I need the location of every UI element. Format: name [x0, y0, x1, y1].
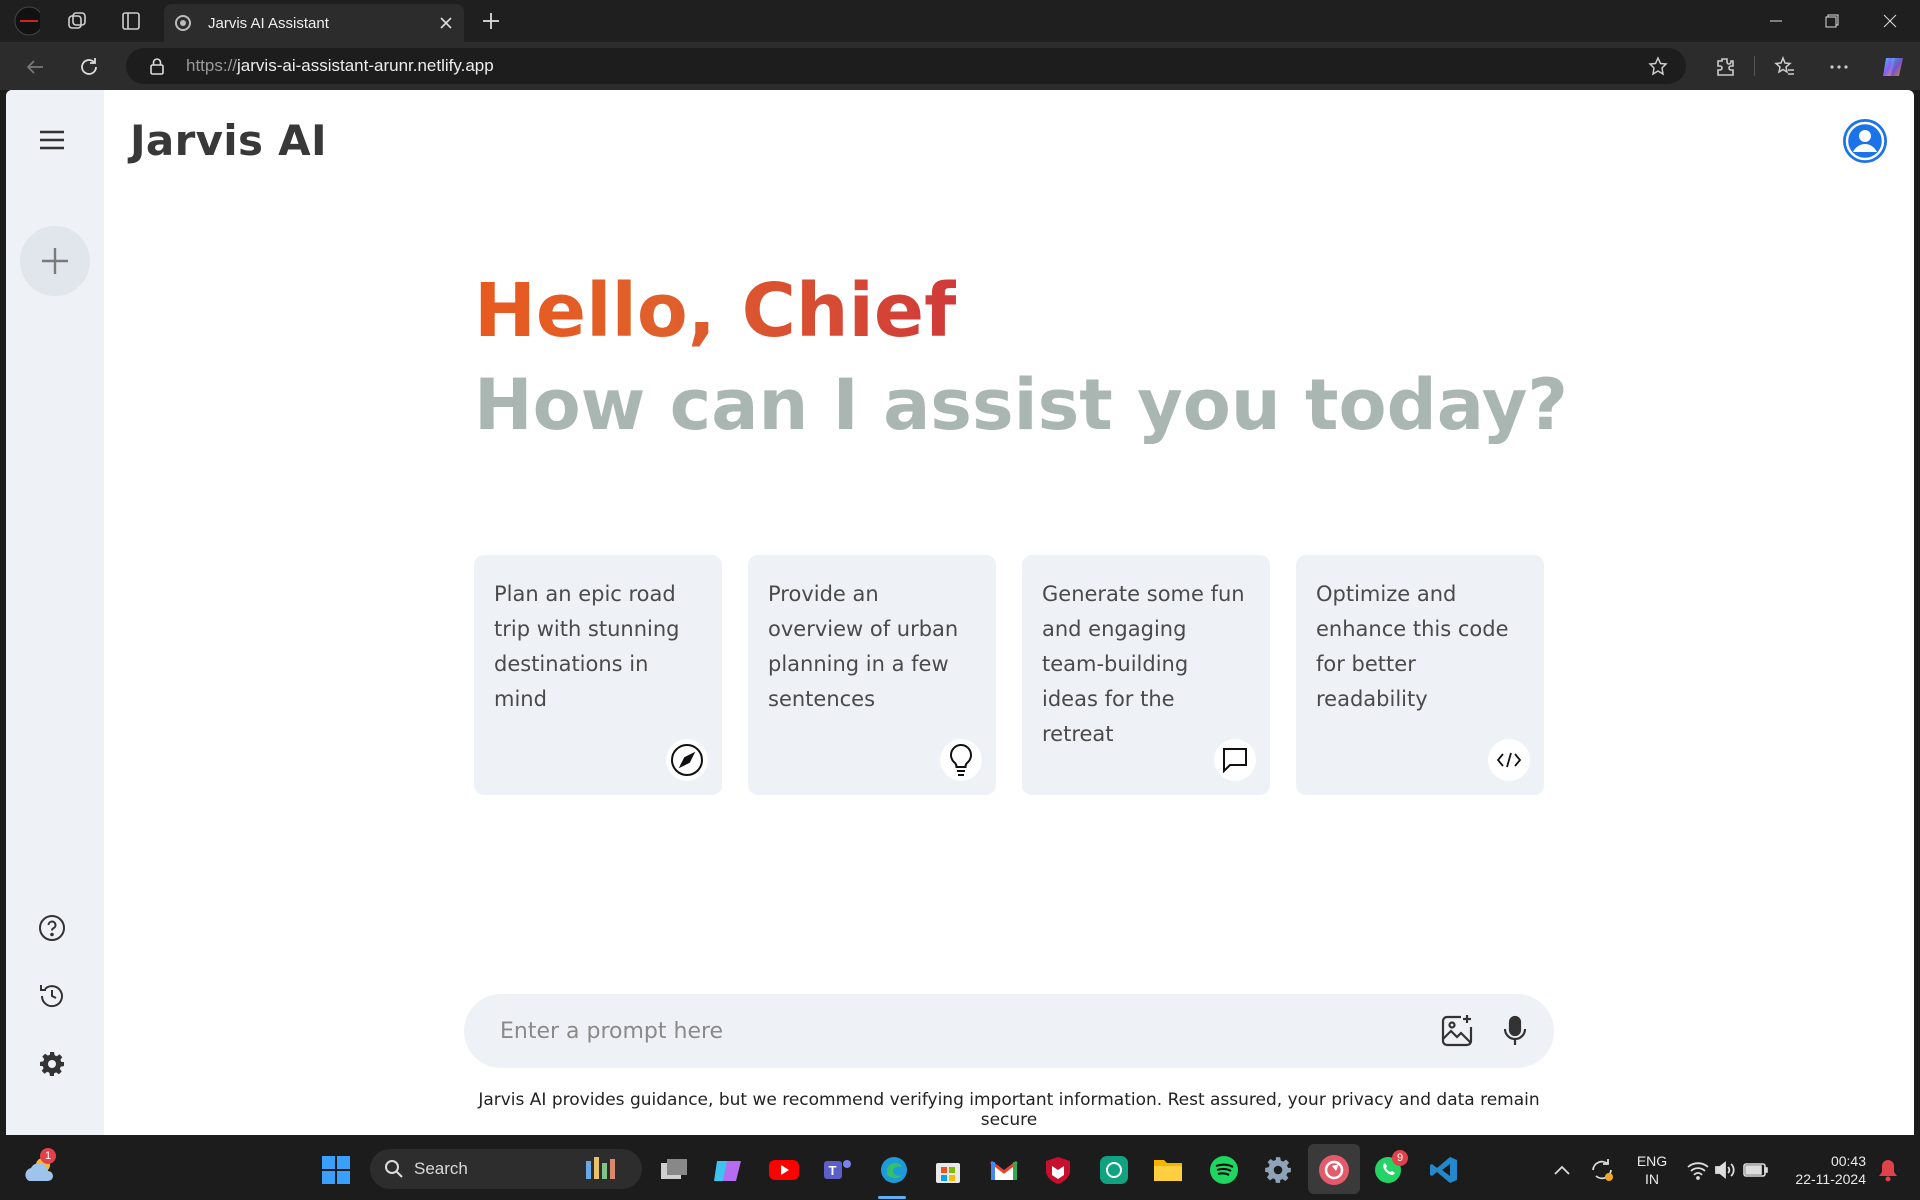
clock-time: 00:43 — [1830, 1153, 1866, 1169]
clock[interactable]: 00:43 22-11-2024 — [1780, 1152, 1866, 1188]
tab-jarvis[interactable]: Jarvis AI Assistant — [164, 4, 464, 42]
gmail-icon[interactable] — [986, 1152, 1022, 1188]
suggestion-card-road-trip[interactable]: Plan an epic road trip with stunning des… — [474, 555, 722, 795]
favorites-icon[interactable] — [1770, 52, 1800, 82]
greeting-heading: Hello, Chief — [474, 268, 957, 354]
file-explorer-icon[interactable] — [1150, 1152, 1186, 1188]
browser-toolbar: https://jarvis-ai-assistant-arunr.netlif… — [0, 42, 1920, 90]
user-avatar-icon[interactable] — [1842, 118, 1888, 164]
card-text: Plan an epic road trip with stunning des… — [494, 582, 680, 711]
favorite-star-icon[interactable] — [1648, 56, 1668, 76]
weather-badge: 1 — [40, 1148, 56, 1164]
lightbulb-icon — [940, 739, 982, 781]
compass-icon — [666, 739, 708, 781]
edge-active-indicator — [878, 1196, 906, 1199]
minimize-icon[interactable] — [1748, 0, 1804, 42]
language-code: ENG — [1636, 1153, 1668, 1169]
region-code: IN — [1645, 1171, 1659, 1187]
close-tab-icon[interactable] — [438, 15, 454, 31]
copilot-taskbar-icon[interactable] — [710, 1152, 746, 1188]
show-hidden-icons[interactable] — [1544, 1152, 1580, 1188]
card-text: Optimize and enhance this code for bette… — [1316, 582, 1509, 711]
restore-icon[interactable] — [1804, 0, 1860, 42]
toolbar-divider — [1754, 56, 1755, 76]
message-icon — [1214, 739, 1256, 781]
sidebar — [6, 90, 104, 1135]
suggestion-card-urban-planning[interactable]: Provide an overview of urban planning in… — [748, 555, 996, 795]
language-indicator[interactable]: ENG IN — [1632, 1152, 1672, 1188]
card-text: Generate some fun and engaging team-buil… — [1042, 582, 1245, 746]
profile-icon[interactable] — [14, 6, 40, 36]
clock-date: 22-11-2024 — [1795, 1171, 1866, 1187]
edge-icon[interactable] — [876, 1152, 912, 1188]
suggestion-card-code[interactable]: Optimize and enhance this code for bette… — [1296, 555, 1544, 795]
image-upload-icon[interactable] — [1438, 1012, 1476, 1050]
whatsapp-badge: 9 — [1392, 1150, 1408, 1166]
tab-title: Jarvis AI Assistant — [208, 14, 329, 32]
help-icon[interactable] — [32, 908, 72, 948]
search-highlight-icon — [586, 1157, 615, 1179]
copilot-icon[interactable] — [1878, 52, 1908, 82]
svg-text:T: T — [829, 1163, 837, 1178]
extensions-icon[interactable] — [1710, 52, 1740, 82]
suggestion-card-team-building[interactable]: Generate some fun and engaging team-buil… — [1022, 555, 1270, 795]
web-page: Jarvis AI Hello, Chief How can I assist … — [6, 90, 1914, 1135]
settings-app-icon[interactable] — [1260, 1152, 1296, 1188]
tab-actions-icon[interactable] — [118, 8, 144, 34]
recorder-icon[interactable] — [1316, 1152, 1352, 1188]
app-brand: Jarvis AI — [130, 116, 327, 165]
workspaces-icon[interactable] — [64, 8, 90, 34]
browser-titlebar: Jarvis AI Assistant — [0, 0, 1920, 42]
taskbar-search[interactable]: Search — [370, 1149, 642, 1189]
new-chat-button[interactable] — [20, 226, 90, 296]
url-text: https://jarvis-ai-assistant-arunr.netlif… — [186, 56, 494, 75]
back-icon[interactable] — [20, 52, 50, 82]
more-options-icon[interactable] — [1824, 52, 1854, 82]
prompt-input[interactable] — [500, 1018, 1380, 1044]
settings-icon[interactable] — [32, 1044, 72, 1084]
start-icon[interactable] — [318, 1152, 354, 1188]
vscode-icon[interactable] — [1426, 1152, 1462, 1188]
card-text: Provide an overview of urban planning in… — [768, 582, 959, 711]
taskbar-search-label: Search — [414, 1159, 468, 1178]
windows-taskbar: 1 Search T 9 ENG IN 00:43 22-11-2024 — [0, 1138, 1920, 1200]
mcafee-icon[interactable] — [1040, 1152, 1076, 1188]
site-favicon-icon — [175, 15, 191, 31]
lock-icon[interactable] — [148, 57, 166, 75]
search-icon — [385, 1160, 403, 1178]
microphone-icon[interactable] — [1496, 1012, 1534, 1050]
greeting-subtitle: How can I assist you today? — [474, 364, 1569, 446]
code-icon — [1488, 739, 1530, 781]
battery-icon[interactable] — [1738, 1152, 1774, 1188]
history-icon[interactable] — [32, 976, 72, 1016]
prompt-bar — [464, 994, 1554, 1068]
disclaimer-text: Jarvis AI provides guidance, but we reco… — [478, 1090, 1540, 1130]
chatgpt-icon[interactable] — [1096, 1152, 1132, 1188]
refresh-icon[interactable] — [74, 52, 104, 82]
task-view-icon[interactable] — [656, 1152, 692, 1188]
spotify-icon[interactable] — [1206, 1152, 1242, 1188]
sync-icon[interactable] — [1584, 1152, 1620, 1188]
notification-bell-icon[interactable] — [1870, 1152, 1906, 1188]
plus-icon — [42, 248, 68, 274]
youtube-icon[interactable] — [766, 1152, 802, 1188]
address-bar[interactable]: https://jarvis-ai-assistant-arunr.netlif… — [126, 48, 1686, 84]
teams-icon[interactable]: T — [820, 1152, 856, 1188]
menu-icon[interactable] — [32, 120, 72, 160]
store-icon[interactable] — [930, 1152, 966, 1188]
close-window-icon[interactable] — [1862, 0, 1918, 42]
new-tab-icon[interactable] — [478, 8, 504, 34]
